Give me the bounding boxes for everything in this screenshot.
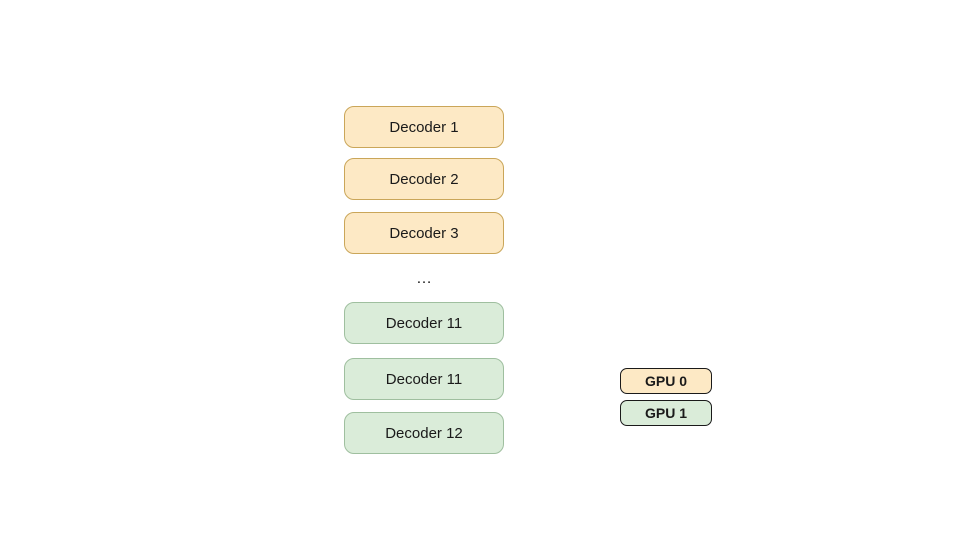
decoder-block-12: Decoder 12 (344, 412, 504, 454)
legend-gpu0: GPU 0 (620, 368, 712, 394)
ellipsis: … (344, 270, 504, 288)
decoder-block-11a: Decoder 11 (344, 302, 504, 344)
legend-gpu1: GPU 1 (620, 400, 712, 426)
decoder-block-1: Decoder 1 (344, 106, 504, 148)
diagram-stage: Decoder 1 Decoder 2 Decoder 3 … Decoder … (0, 0, 960, 540)
decoder-block-2: Decoder 2 (344, 158, 504, 200)
decoder-block-3: Decoder 3 (344, 212, 504, 254)
decoder-block-11b: Decoder 11 (344, 358, 504, 400)
